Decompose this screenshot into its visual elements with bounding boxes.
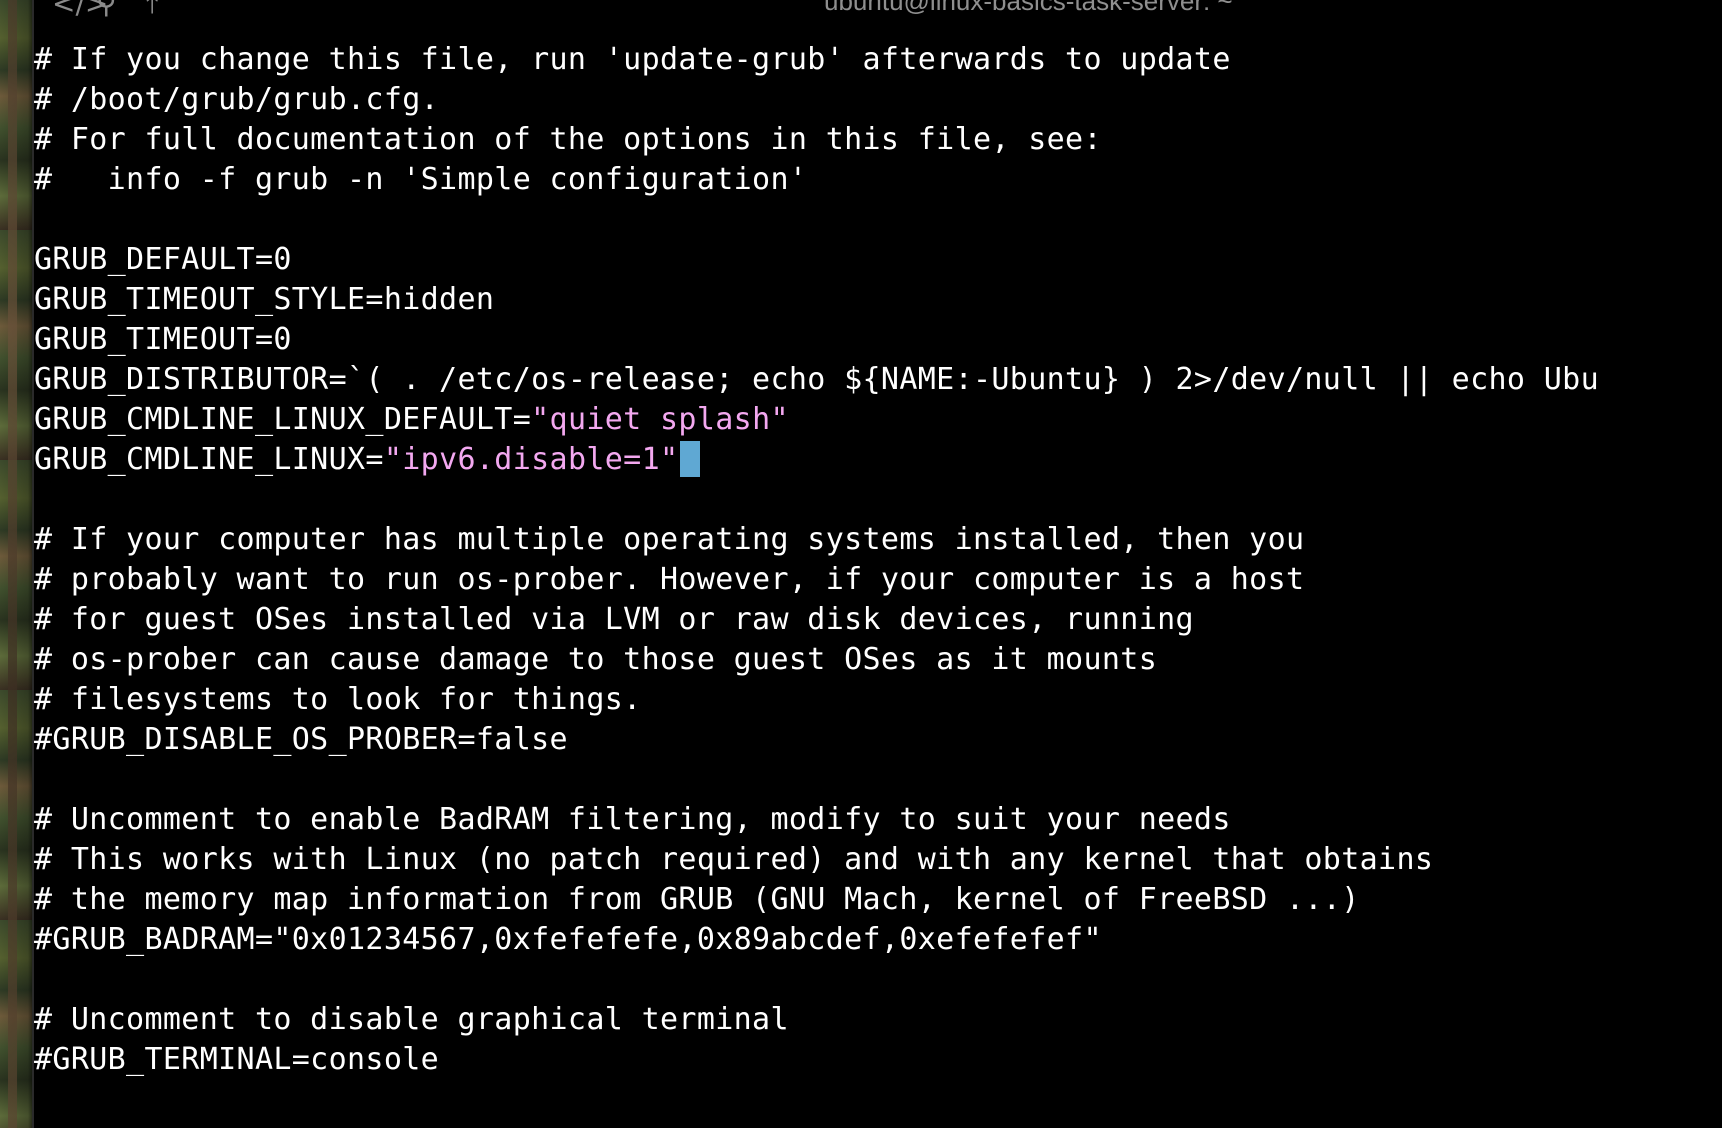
editor-line: # If you change this file, run 'update-g… [34, 42, 1231, 77]
config-key: GRUB_CMDLINE_LINUX= [34, 442, 384, 477]
editor-line: # If your computer has multiple operatin… [34, 522, 1305, 557]
upload-icon[interactable]: ⤒ [146, 0, 158, 18]
editor-line: GRUB_TIMEOUT=0 [34, 322, 292, 357]
editor-line: # /boot/grub/grub.cfg. [34, 82, 440, 117]
editor-line: # os-prober can cause damage to those gu… [34, 642, 1158, 677]
editor-line: # For full documentation of the options … [34, 122, 1102, 157]
editor-line: #GRUB_DISABLE_OS_PROBER=false [34, 722, 568, 757]
desktop: </> ⚲ ⤒ ubuntu@linux-basics-task-server:… [0, 0, 1722, 1128]
tree-trunk-image [8, 0, 17, 1128]
editor-line: #GRUB_TERMINAL=console [34, 1042, 440, 1077]
editor-line: # filesystems to look for things. [34, 682, 642, 717]
editor-line: # Uncomment to enable BadRAM filtering, … [34, 802, 1231, 837]
text-editor[interactable]: # If you change this file, run 'update-g… [34, 40, 1722, 1080]
editor-line: # probably want to run os-prober. Howeve… [34, 562, 1305, 597]
editor-line: # info -f grub -n 'Simple configuration' [34, 162, 808, 197]
terminal-window[interactable]: </> ⚲ ⤒ ubuntu@linux-basics-task-server:… [32, 0, 1722, 1128]
config-key: GRUB_CMDLINE_LINUX_DEFAULT= [34, 402, 532, 437]
terminal-titlebar[interactable]: </> ⚲ ⤒ ubuntu@linux-basics-task-server:… [34, 0, 1722, 22]
editor-line: #GRUB_BADRAM="0x01234567,0xfefefefe,0x89… [34, 922, 1102, 957]
editor-line: # for guest OSes installed via LVM or ra… [34, 602, 1194, 637]
search-icon[interactable]: ⚲ [96, 0, 117, 18]
editor-line: GRUB_DEFAULT=0 [34, 242, 292, 277]
config-string-value: "ipv6.disable=1" [383, 442, 679, 477]
desktop-wallpaper [0, 0, 32, 1128]
text-cursor [680, 440, 701, 477]
window-title: ubuntu@linux-basics-task-server: ~ [824, 0, 1233, 16]
editor-line: # This works with Linux (no patch requir… [34, 842, 1434, 877]
config-string-value: "quiet splash" [531, 402, 789, 437]
editor-line: GRUB_DISTRIBUTOR=`( . /etc/os-release; e… [34, 362, 1599, 397]
editor-line: GRUB_TIMEOUT_STYLE=hidden [34, 282, 495, 317]
editor-line-cmdline-linux: GRUB_CMDLINE_LINUX="ipv6.disable=1" [34, 440, 1722, 480]
editor-line-cmdline-default: GRUB_CMDLINE_LINUX_DEFAULT="quiet splash… [34, 400, 1722, 440]
editor-line: # the memory map information from GRUB (… [34, 882, 1360, 917]
editor-line: # Uncomment to disable graphical termina… [34, 1002, 789, 1037]
